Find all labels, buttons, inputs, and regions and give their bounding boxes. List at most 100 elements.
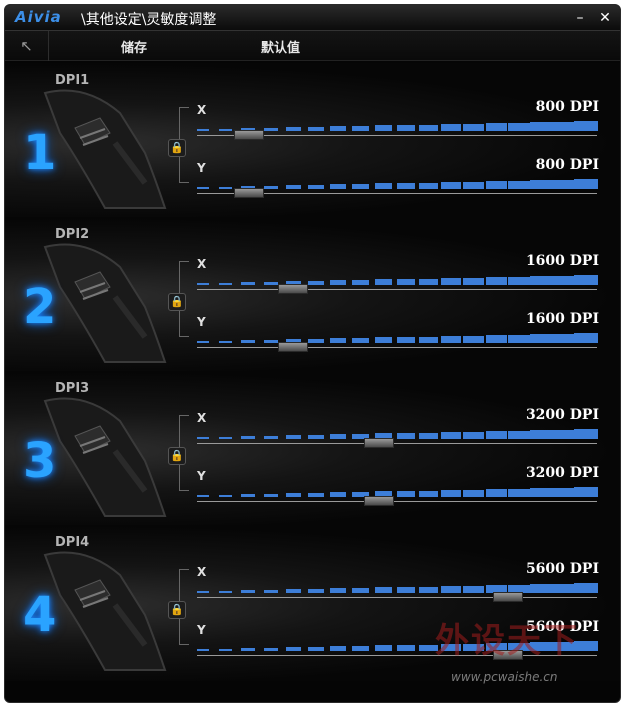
- ladder-segment: [308, 338, 324, 343]
- ladder-segment: [419, 432, 438, 439]
- ladder-segment: [530, 488, 553, 497]
- ladder-segment: [197, 649, 209, 651]
- ladder-segment: [485, 489, 507, 497]
- ladder-segment: [352, 279, 370, 285]
- ladder-segment: [374, 125, 393, 131]
- ladder-segment: [241, 590, 255, 593]
- aivia-logo: Aivia: [15, 8, 62, 26]
- y-axis-label: Y: [197, 161, 206, 175]
- ladder-segment: [396, 586, 416, 593]
- x-slider-track[interactable]: [197, 289, 597, 290]
- x-slider-track[interactable]: [197, 443, 597, 444]
- ladder-segment: [352, 587, 370, 593]
- ladder-segment: [374, 279, 393, 285]
- ladder-segment: [219, 590, 232, 593]
- close-button[interactable]: ✕: [596, 9, 614, 27]
- ladder-segment: [374, 645, 393, 651]
- x-slider-track[interactable]: [197, 597, 597, 598]
- ladder-segment: [241, 648, 255, 651]
- x-slider-thumb[interactable]: [363, 438, 394, 448]
- ladder-segment: [396, 124, 416, 131]
- y-slider-track[interactable]: [197, 347, 597, 348]
- ladder-segment: [219, 128, 232, 131]
- dpi-section-2: DPI2 2 🔒 X 1600 DPI Y 1600 DPI: [5, 217, 620, 373]
- y-slider-track[interactable]: [197, 501, 597, 502]
- ladder-segment: [530, 180, 553, 189]
- ladder-segment: [507, 276, 530, 285]
- ladder-segment: [285, 127, 301, 131]
- ladder-segment: [263, 127, 278, 131]
- ladder-segment: [352, 125, 370, 131]
- ladder-segment: [352, 337, 370, 343]
- x-sensitivity-ladder: [197, 429, 599, 439]
- ladder-segment: [241, 340, 255, 343]
- minimize-button[interactable]: –: [571, 9, 589, 27]
- ladder-segment: [441, 278, 461, 285]
- ladder-segment: [485, 123, 507, 131]
- watermark-url: www.pcwaishe.cn: [451, 670, 558, 684]
- ladder-segment: [241, 494, 255, 497]
- ladder-segment: [396, 336, 416, 343]
- lock-icon[interactable]: 🔒: [168, 601, 186, 619]
- ladder-segment: [419, 336, 438, 343]
- x-slider-thumb[interactable]: [278, 284, 309, 294]
- app-window: Aivia \其他设定\灵敏度调整 – ✕ ↖ 储存 默认值 DPI1 1 🔒 X 80…: [4, 4, 621, 703]
- ladder-segment: [463, 489, 484, 497]
- ladder-segment: [330, 588, 347, 593]
- ladder-segment: [308, 280, 324, 285]
- ladder-segment: [308, 588, 324, 593]
- ladder-segment: [197, 495, 209, 497]
- x-dpi-value: 1600 DPI: [525, 253, 599, 269]
- ladder-segment: [241, 436, 255, 439]
- y-slider-thumb[interactable]: [363, 496, 394, 506]
- ladder-segment: [197, 283, 209, 285]
- ladder-segment: [396, 644, 416, 651]
- ladder-segment: [352, 645, 370, 651]
- x-sensitivity-ladder: [197, 275, 599, 285]
- ladder-segment: [552, 275, 576, 285]
- ladder-segment: [507, 488, 530, 497]
- x-axis-label: X: [197, 257, 207, 271]
- default-button[interactable]: 默认值: [261, 37, 300, 56]
- ladder-segment: [530, 122, 553, 131]
- title-bar: Aivia \其他设定\灵敏度调整 – ✕: [5, 5, 620, 31]
- lock-icon[interactable]: 🔒: [168, 293, 186, 311]
- y-slider-thumb[interactable]: [278, 342, 309, 352]
- ladder-segment: [330, 338, 347, 343]
- ladder-segment: [463, 123, 484, 131]
- ladder-segment: [219, 340, 232, 343]
- lock-icon[interactable]: 🔒: [168, 139, 186, 157]
- lock-icon[interactable]: 🔒: [168, 447, 186, 465]
- save-button[interactable]: 储存: [121, 37, 147, 56]
- ladder-segment: [552, 333, 576, 343]
- x-slider-thumb[interactable]: [234, 130, 264, 140]
- ladder-segment: [419, 490, 438, 497]
- ladder-segment: [419, 586, 438, 593]
- y-slider-thumb[interactable]: [234, 188, 264, 198]
- ladder-segment: [330, 280, 347, 285]
- x-slider-thumb[interactable]: [493, 592, 523, 602]
- toolbar: ↖ 储存 默认值: [5, 31, 620, 61]
- ladder-segment: [485, 431, 507, 439]
- dpi-profile-name: DPI4: [55, 535, 90, 550]
- ladder-segment: [530, 430, 553, 439]
- ladder-segment: [263, 589, 278, 593]
- ladder-segment: [441, 432, 461, 439]
- ladder-segment: [285, 493, 301, 497]
- y-dpi-value: 1600 DPI: [525, 311, 599, 327]
- ladder-segment: [463, 277, 484, 285]
- ladder-segment: [463, 585, 484, 593]
- back-arrow-icon[interactable]: ↖: [5, 31, 49, 61]
- ladder-segment: [219, 494, 232, 497]
- ladder-segment: [419, 124, 438, 131]
- ladder-segment: [285, 185, 301, 189]
- ladder-segment: [530, 276, 553, 285]
- breadcrumb: \其他设定\灵敏度调整: [81, 12, 217, 28]
- ladder-segment: [419, 278, 438, 285]
- ladder-segment: [308, 434, 324, 439]
- ladder-segment: [552, 487, 576, 497]
- ladder-segment: [530, 584, 553, 593]
- x-sensitivity-ladder: [197, 583, 599, 593]
- ladder-segment: [463, 431, 484, 439]
- ladder-segment: [463, 335, 484, 343]
